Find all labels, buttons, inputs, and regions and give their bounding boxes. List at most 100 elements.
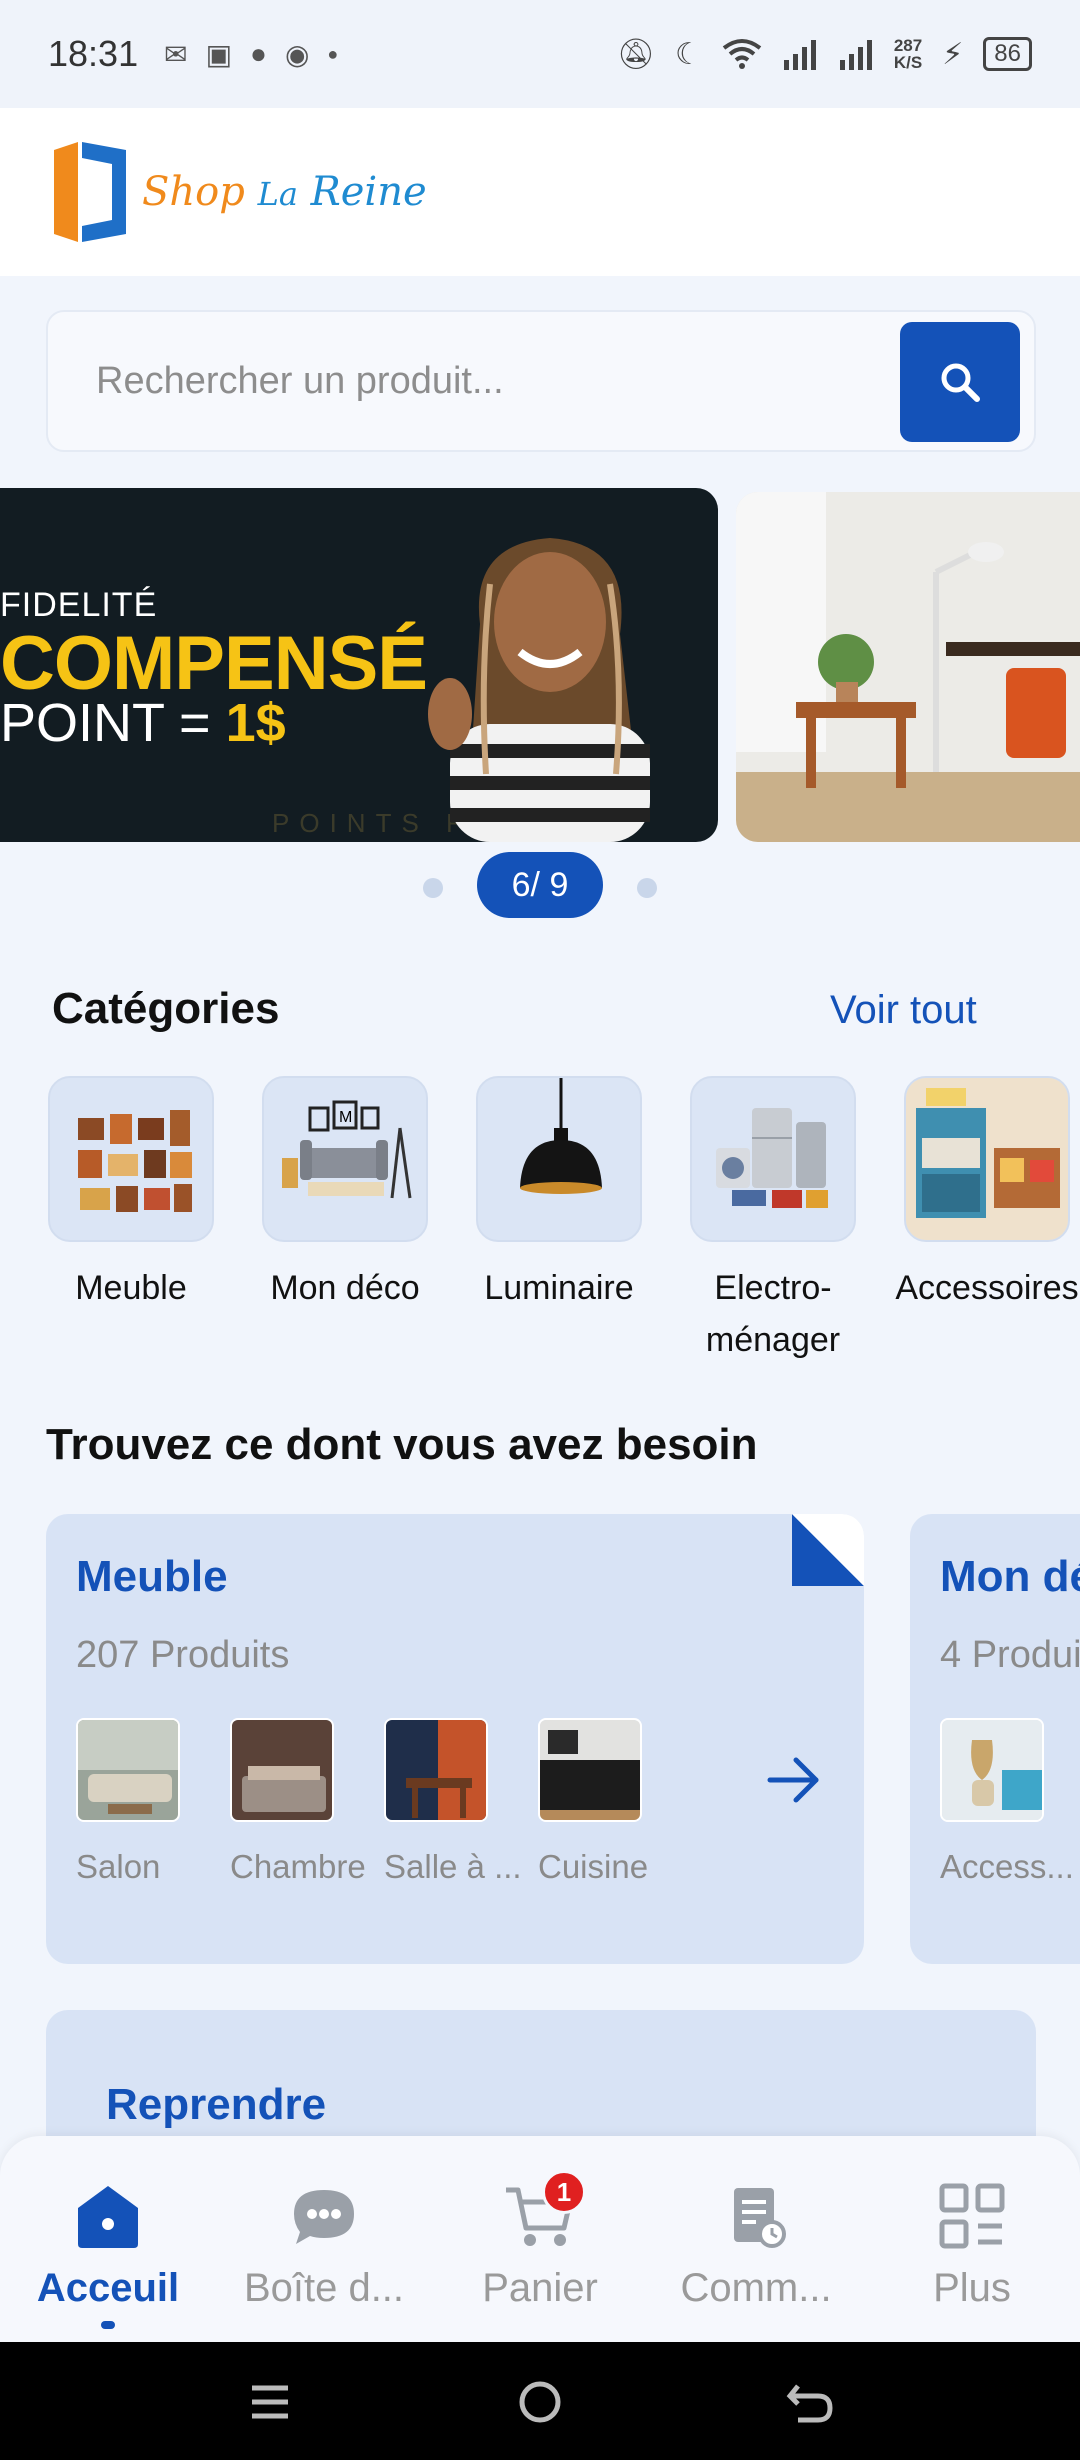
category-item-accessoires[interactable]: Accessoires [895, 1076, 1079, 1366]
signal-icon [783, 40, 816, 70]
furniture-icon [78, 1110, 192, 1212]
nav-label: Panier [482, 2266, 598, 2310]
pager-indicator: 6/ 9 [477, 852, 603, 918]
menu-icon[interactable] [240, 2376, 300, 2428]
status-bar: 18:31 ✉ ▣ ● ◉ ● 🔕︎ ☾ 287 K/S ⚡ 86 [0, 0, 1080, 108]
card-product-count: 207 Produits [76, 1634, 290, 1676]
category-item-meuble[interactable]: Meuble [48, 1076, 214, 1366]
app-icon: ◉ [284, 38, 310, 70]
category-list: Meuble M Mon déco Luminaire Electro-ména… [48, 1076, 1079, 1366]
category-item-mon-deco[interactable]: M Mon déco [262, 1076, 428, 1366]
nav-label: Acceuil [36, 2266, 180, 2310]
category-thumb-accessoires [904, 1076, 1070, 1242]
decor-icon: M [282, 1100, 412, 1199]
battery-level: 86 [983, 37, 1032, 71]
category-card-mon-deco[interactable]: Mon déco 4 Produits Access... [910, 1514, 1080, 1964]
logo-reine-text: Reine [310, 169, 427, 215]
pager-dot-prev[interactable] [423, 878, 443, 898]
grid-icon [939, 2183, 1005, 2249]
logo-text: Shop La Reine [142, 169, 427, 215]
subcategory-label: Salle à ... [384, 1848, 522, 1885]
subcategory-thumb [76, 1718, 180, 1822]
subcategory-label: Chambre [230, 1848, 366, 1885]
shop-logo[interactable]: Shop La Reine [48, 140, 427, 244]
banner-line3: POINT = 1$ [0, 692, 286, 754]
dot-icon: ● [327, 43, 339, 64]
subcategory-cuisine[interactable]: Cuisine [538, 1718, 648, 1886]
orders-icon [734, 2188, 786, 2248]
promo-banner-loyalty[interactable]: FIDELITÉ COMPENSÉ POINT = 1$ POINTS FIDE… [0, 488, 718, 842]
banner-woman-image [428, 538, 650, 842]
search-button[interactable] [900, 322, 1020, 442]
signal-icon-2 [839, 40, 872, 70]
banner-furniture-image [736, 492, 1080, 842]
category-card-meuble[interactable]: Meuble 207 Produits Salon Chambre Salle … [46, 1514, 864, 1964]
subcategory-label: Salon [76, 1848, 161, 1885]
banner-line3-prefix: POINT = [0, 693, 226, 753]
logo-shop-text: Shop [142, 169, 245, 215]
subcategory-salon[interactable]: Salon [76, 1718, 180, 1886]
subcategory-label: Cuisine [538, 1848, 649, 1885]
nav-active-indicator [101, 2321, 115, 2329]
category-thumb-electromenager [690, 1076, 856, 1242]
kitchen-image [540, 1720, 640, 1820]
nav-item-more[interactable]: Plus [864, 2176, 1080, 2311]
bottom-navigation: Acceuil Boîte d... 1 Panier Comm... Plus [0, 2136, 1080, 2342]
search-input[interactable]: Rechercher un produit... [46, 310, 1036, 452]
category-label: Luminaire [484, 1269, 634, 1307]
app-header: Shop La Reine [0, 108, 1080, 276]
subcategory-salle-a-manger[interactable]: Salle à ... [384, 1718, 522, 1886]
subcategory-thumb [940, 1718, 1044, 1822]
system-navigation-bar [0, 2342, 1080, 2460]
categories-title: Catégories [52, 984, 280, 1033]
card-corner-fold-icon [792, 1514, 864, 1586]
subcategory-list: Salon Chambre Salle à ... Cuisine [76, 1718, 648, 1886]
banner-line3-value: 1$ [225, 693, 286, 753]
gmail-icon: ✉ [164, 38, 188, 70]
see-all-link[interactable]: Voir tout [830, 988, 977, 1033]
arrow-right-icon[interactable] [764, 1750, 824, 1810]
chat-icon: ● [250, 38, 267, 69]
category-label: Electro-ménager [705, 1269, 841, 1359]
nav-item-cart[interactable]: 1 Panier [432, 2170, 648, 2311]
card-title: Meuble [76, 1552, 228, 1601]
card-product-count: 4 Produits [940, 1634, 1080, 1676]
find-section-title: Trouvez ce dont vous avez besoin [46, 1420, 758, 1469]
category-thumb-mon-deco: M [262, 1076, 428, 1242]
pager-dot-next[interactable] [637, 878, 657, 898]
status-notification-icons: ✉ ▣ ● ◉ ● [164, 38, 338, 71]
nav-item-inbox[interactable]: Boîte d... [216, 2176, 432, 2311]
back-icon[interactable] [780, 2376, 840, 2428]
cart-badge: 1 [542, 2170, 586, 2214]
home-circle-icon[interactable] [510, 2376, 570, 2428]
charging-icon: ⚡ [942, 37, 964, 71]
nav-label: Boîte d... [243, 2266, 405, 2310]
promo-banner-furniture[interactable] [736, 492, 1080, 842]
cart-icon-wrapper: 1 [500, 2170, 586, 2256]
logo-la-text: La [257, 175, 298, 213]
nav-item-home[interactable]: Acceuil [0, 2176, 216, 2329]
subcategory-accessoires[interactable]: Access... [940, 1718, 1074, 1886]
subcategory-thumb [230, 1718, 334, 1822]
nav-item-orders[interactable]: Comm... [648, 2176, 864, 2311]
search-icon [941, 363, 980, 402]
net-speed-value: 287 [893, 36, 923, 55]
subcategory-label: Access... [940, 1848, 1074, 1885]
subcategory-chambre[interactable]: Chambre [230, 1718, 366, 1886]
promo-carousel[interactable]: FIDELITÉ COMPENSÉ POINT = 1$ POINTS FIDE… [0, 488, 1080, 842]
category-item-luminaire[interactable]: Luminaire [476, 1076, 642, 1366]
mute-icon: 🔕︎ [616, 37, 655, 71]
contacts-icon: ▣ [205, 38, 233, 70]
nav-label: Comm... [680, 2266, 832, 2310]
resume-title: Reprendre [106, 2080, 327, 2129]
lamp-icon [520, 1078, 602, 1194]
category-item-electromenager[interactable]: Electro-ménager [690, 1076, 856, 1366]
appliance-icon [716, 1108, 828, 1208]
subcategory-thumb [384, 1718, 488, 1822]
status-time: 18:31 [48, 33, 139, 74]
moon-icon: ☾ [674, 37, 702, 71]
net-speed-unit: K/S [893, 53, 923, 72]
nav-label: Plus [933, 2266, 1011, 2310]
category-thumb-meuble [48, 1076, 214, 1242]
category-thumb-luminaire [476, 1076, 642, 1242]
